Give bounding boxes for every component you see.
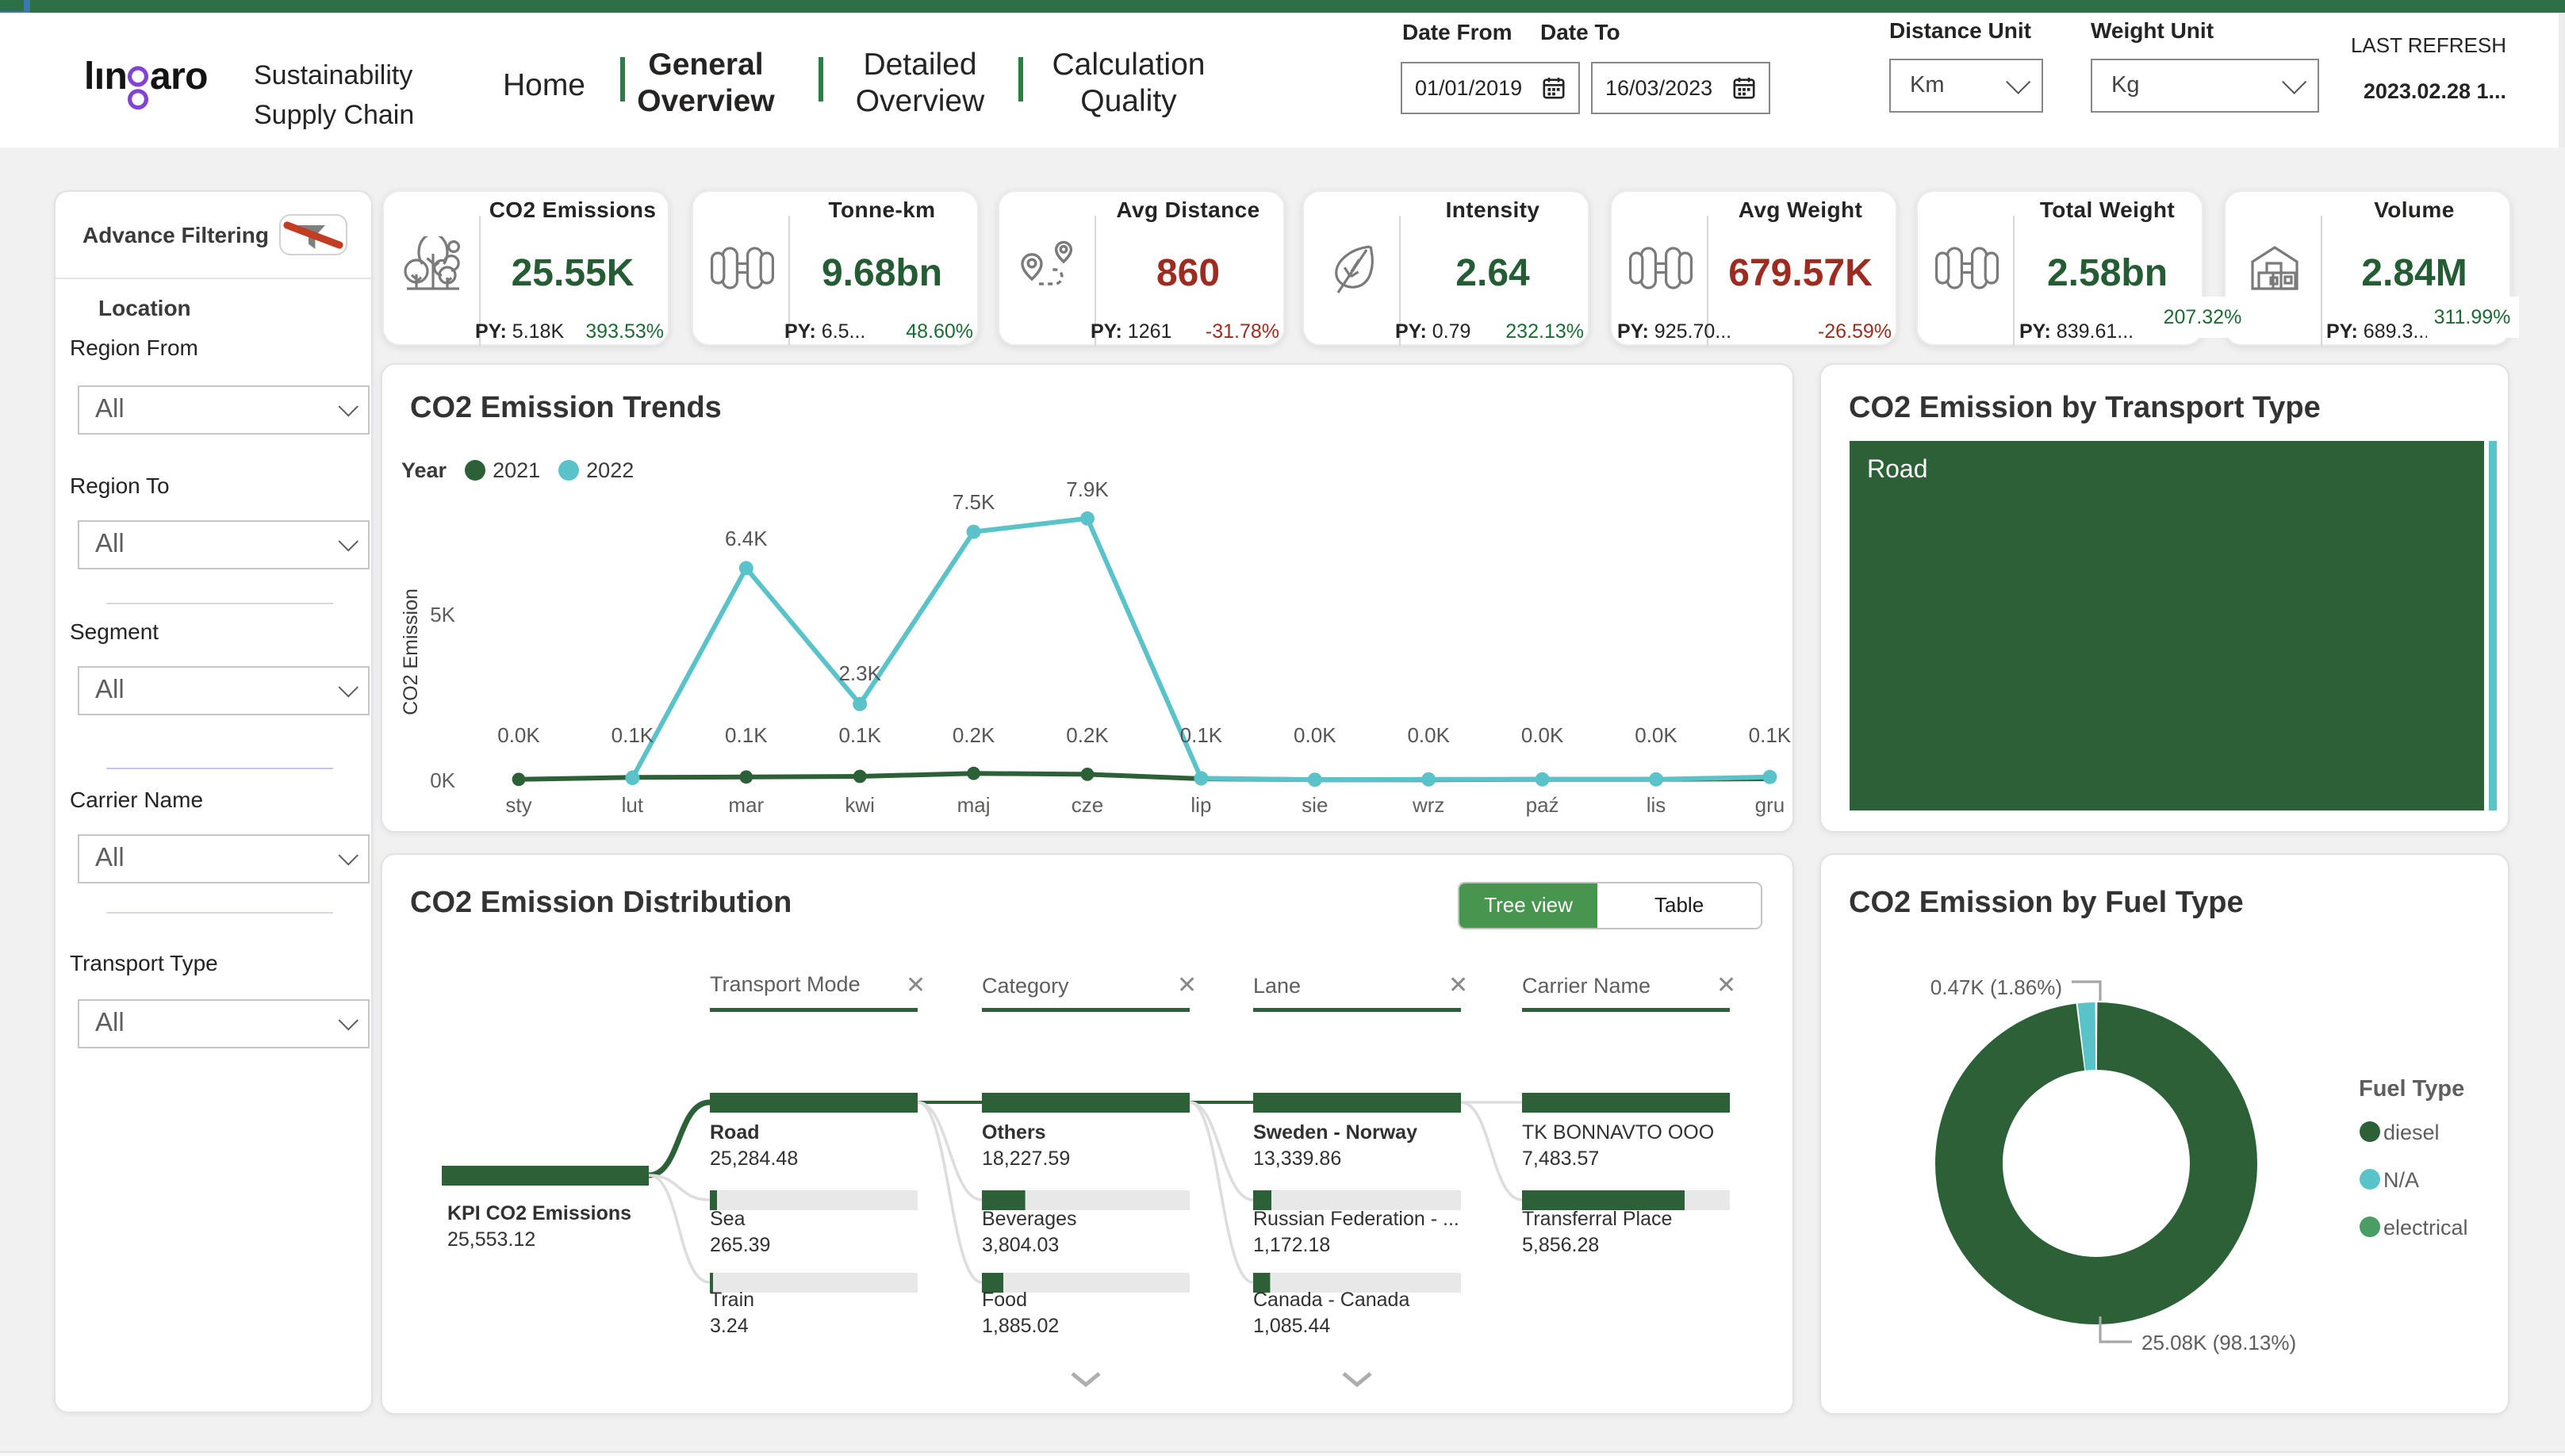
svg-text:1,085.44: 1,085.44 — [1253, 1315, 1330, 1337]
svg-text:paź: paź — [1526, 793, 1559, 817]
svg-text:0.47K (1.86%): 0.47K (1.86%) — [1930, 975, 2062, 999]
svg-text:3,804.03: 3,804.03 — [982, 1234, 1059, 1256]
svg-text:0.0K: 0.0K — [1521, 723, 1564, 747]
svg-text:lip: lip — [1190, 793, 1211, 817]
svg-text:0.1K: 0.1K — [1180, 723, 1223, 747]
svg-text:cze: cze — [1072, 793, 1103, 817]
svg-text:lın: lın — [84, 57, 127, 98]
svg-text:0.0K: 0.0K — [497, 723, 540, 747]
svg-text:sie: sie — [1302, 793, 1328, 817]
svg-text:gru: gru — [1755, 793, 1785, 817]
svg-text:TK BONNAVTO OOO: TK BONNAVTO OOO — [1522, 1121, 1714, 1144]
svg-text:electrical: electrical — [2383, 1216, 2468, 1240]
svg-text:maj: maj — [957, 793, 991, 817]
svg-text:✕: ✕ — [1716, 972, 1736, 998]
svg-text:25.08K (98.13%): 25.08K (98.13%) — [2141, 1331, 2296, 1354]
svg-text:Canada - Canada: Canada - Canada — [1253, 1289, 1409, 1311]
svg-text:7.9K: 7.9K — [1066, 477, 1109, 501]
svg-text:wrz: wrz — [1412, 793, 1444, 817]
svg-text:0.2K: 0.2K — [1066, 723, 1109, 747]
svg-text:1,172.18: 1,172.18 — [1253, 1234, 1330, 1256]
svg-text:0.1K: 0.1K — [612, 723, 654, 747]
svg-text:Russian Federation - ...: Russian Federation - ... — [1253, 1208, 1459, 1230]
svg-text:Sea: Sea — [710, 1208, 746, 1230]
svg-text:kwi: kwi — [845, 793, 875, 817]
svg-text:0.0K: 0.0K — [1294, 723, 1336, 747]
svg-text:2.3K: 2.3K — [838, 661, 881, 685]
svg-text:mar: mar — [728, 793, 764, 817]
svg-text:7.5K: 7.5K — [953, 490, 995, 514]
svg-text:Others: Others — [982, 1121, 1046, 1144]
svg-text:Transferral Place: Transferral Place — [1522, 1208, 1672, 1230]
svg-text:lut: lut — [622, 793, 644, 817]
svg-text:7,483.57: 7,483.57 — [1522, 1148, 1599, 1170]
svg-text:5,856.28: 5,856.28 — [1522, 1234, 1599, 1256]
svg-text:✕: ✕ — [906, 972, 926, 998]
svg-text:✕: ✕ — [1448, 972, 1468, 998]
svg-text:265.39: 265.39 — [710, 1234, 770, 1256]
svg-text:Train: Train — [710, 1289, 754, 1311]
svg-text:Carrier Name: Carrier Name — [1522, 974, 1651, 998]
svg-text:1,885.02: 1,885.02 — [982, 1315, 1059, 1337]
svg-text:Road: Road — [710, 1121, 760, 1144]
svg-text:Transport Mode: Transport Mode — [710, 972, 861, 996]
svg-text:✕: ✕ — [1177, 972, 1197, 998]
svg-text:lis: lis — [1647, 793, 1666, 817]
svg-text:Food: Food — [982, 1289, 1027, 1311]
svg-text:25,284.48: 25,284.48 — [710, 1148, 798, 1170]
svg-text:KPI CO2 Emissions: KPI CO2 Emissions — [447, 1202, 631, 1224]
svg-text:Category: Category — [982, 974, 1069, 998]
svg-text:0.0K: 0.0K — [1635, 723, 1677, 747]
svg-text:5K: 5K — [430, 603, 455, 626]
svg-text:0.1K: 0.1K — [1749, 723, 1792, 747]
svg-text:sty: sty — [505, 793, 531, 817]
svg-text:13,339.86: 13,339.86 — [1253, 1148, 1341, 1170]
svg-text:CO2 Emission: CO2 Emission — [400, 588, 422, 715]
svg-text:diesel: diesel — [2383, 1121, 2440, 1144]
svg-text:Sweden - Norway: Sweden - Norway — [1253, 1121, 1417, 1144]
svg-text:Lane: Lane — [1253, 974, 1301, 998]
svg-text:0.0K: 0.0K — [1407, 723, 1450, 747]
svg-text:0.1K: 0.1K — [725, 723, 768, 747]
svg-text:0.2K: 0.2K — [953, 723, 995, 747]
svg-text:Fuel Type: Fuel Type — [2359, 1076, 2464, 1102]
svg-text:N/A: N/A — [2383, 1168, 2419, 1192]
svg-text:Beverages: Beverages — [982, 1208, 1077, 1230]
svg-text:aro: aro — [150, 57, 208, 98]
svg-text:3.24: 3.24 — [710, 1315, 749, 1337]
svg-text:6.4K: 6.4K — [725, 527, 768, 550]
svg-text:18,227.59: 18,227.59 — [982, 1148, 1070, 1170]
svg-text:0.1K: 0.1K — [838, 723, 881, 747]
svg-text:0K: 0K — [430, 768, 455, 792]
svg-text:25,553.12: 25,553.12 — [447, 1228, 535, 1251]
